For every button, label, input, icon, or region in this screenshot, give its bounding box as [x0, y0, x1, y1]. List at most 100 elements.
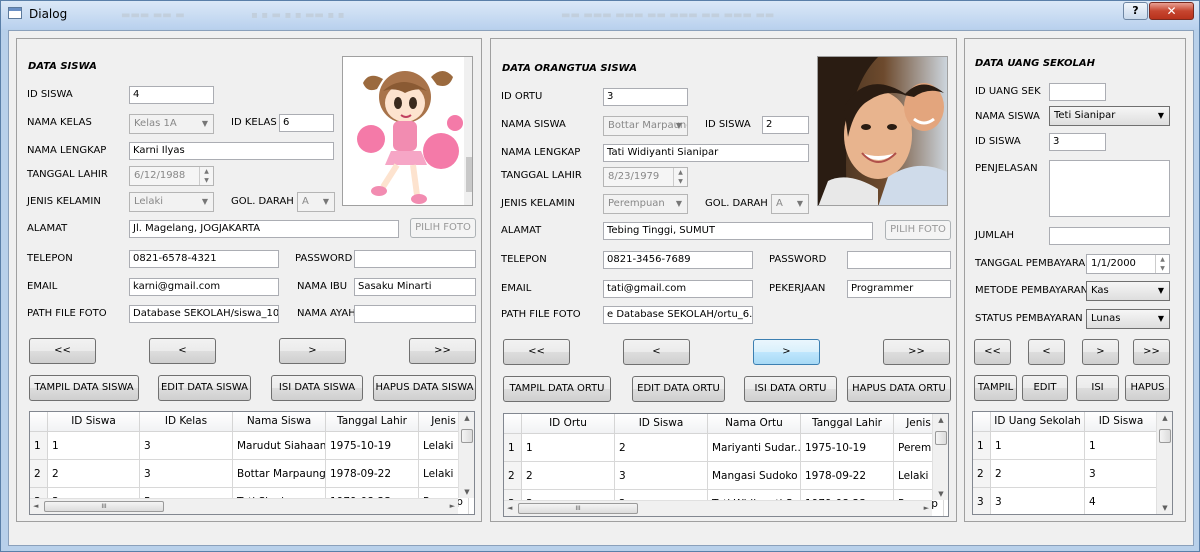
table-cell[interactable]: 4 — [1085, 488, 1158, 514]
vertical-scrollbar[interactable]: ▲ ▼ — [458, 412, 474, 498]
edit-data-siswa-button[interactable]: EDIT DATA SISWA — [158, 375, 251, 401]
scroll-thumb[interactable]: III — [44, 501, 164, 512]
table-cell[interactable]: 2 — [615, 434, 708, 462]
vertical-scrollbar[interactable]: ▲ ▼ — [932, 414, 948, 500]
column-header[interactable]: ID Siswa — [48, 412, 140, 432]
scroll-down-icon[interactable]: ▼ — [1157, 504, 1172, 512]
scroll-down-icon[interactable]: ▼ — [933, 490, 948, 498]
isi-data-siswa-button[interactable]: ISI DATA SISWA — [271, 375, 363, 401]
tampil-data-siswa-button[interactable]: TAMPIL DATA SISWA — [29, 375, 139, 401]
table-cell[interactable]: Bottar Marpaung — [233, 460, 326, 488]
horizontal-scrollbar[interactable]: ◄ III ► — [504, 500, 932, 516]
tampil-data-ortu-button[interactable]: TAMPIL DATA ORTU — [503, 376, 611, 402]
table-cell[interactable]: 1 — [522, 434, 615, 462]
pilih-foto-button[interactable]: PILIH FOTO — [410, 218, 476, 238]
gol-darah-combo[interactable]: A ▼ — [771, 194, 809, 214]
prev-record-button[interactable]: < — [149, 338, 216, 364]
table-cell[interactable]: 1 — [48, 432, 140, 460]
table-cell[interactable]: Mariyanti Sudar... — [708, 434, 801, 462]
tampil-button[interactable]: TAMPIL — [974, 375, 1017, 401]
spin-arrows-icon[interactable]: ▲ ▼ — [1155, 255, 1169, 273]
telepon-field[interactable]: 0821-3456-7689 — [603, 251, 753, 269]
last-record-button[interactable]: >> — [409, 338, 476, 364]
scroll-thumb[interactable] — [461, 429, 473, 443]
row-header[interactable]: 3 — [973, 488, 991, 514]
column-header[interactable]: ID Ortu — [522, 414, 615, 434]
column-header[interactable]: ID Siswa — [615, 414, 708, 434]
pilih-foto-button[interactable]: PILIH FOTO — [885, 220, 951, 240]
id-siswa-field[interactable]: 3 — [1049, 133, 1106, 151]
row-header[interactable]: 1 — [973, 432, 991, 460]
path-file-foto-field[interactable]: Database SEKOLAH/siswa_10.jpg — [129, 305, 279, 323]
alamat-field[interactable]: Tebing Tinggi, SUMUT — [603, 222, 873, 240]
siswa-table[interactable]: ID Siswa ID Kelas Nama Siswa Tanggal Lah… — [29, 411, 475, 515]
hapus-button[interactable]: HAPUS — [1125, 375, 1170, 401]
status-pembayaran-combo[interactable]: Lunas ▼ — [1086, 309, 1170, 329]
table-cell[interactable]: 1978-09-22 — [326, 460, 419, 488]
edit-button[interactable]: EDIT — [1022, 375, 1068, 401]
id-kelas-field[interactable]: 6 — [279, 114, 334, 132]
password-field[interactable] — [847, 251, 951, 269]
email-field[interactable]: karni@gmail.com — [129, 278, 279, 296]
uang-sekolah-table[interactable]: ID Uang Sekolah ID Siswa 1 1 1 2 2 3 3 3… — [972, 411, 1173, 515]
password-field[interactable] — [354, 250, 476, 268]
scroll-thumb[interactable] — [935, 431, 947, 445]
column-header[interactable]: ID Siswa — [1085, 412, 1158, 432]
table-cell[interactable]: 3 — [991, 488, 1085, 514]
first-record-button[interactable]: << — [503, 339, 570, 365]
horizontal-scrollbar[interactable]: ◄ III ► — [30, 498, 458, 514]
table-cell[interactable]: 1975-10-19 — [801, 434, 894, 462]
first-record-button[interactable]: << — [974, 339, 1011, 365]
nama-siswa-combo[interactable]: Bottar Marpaung ▼ — [603, 116, 688, 136]
jenis-kelamin-combo[interactable]: Lelaki ▼ — [129, 192, 214, 212]
alamat-field[interactable]: Jl. Magelang, JOGJAKARTA — [129, 220, 399, 238]
tanggal-pembayaran-spinner[interactable]: 1/1/2000 ▲ ▼ — [1086, 254, 1170, 274]
last-record-button[interactable]: >> — [1133, 339, 1170, 365]
id-siswa-field[interactable]: 2 — [762, 116, 809, 134]
column-header[interactable]: Tanggal Lahir — [801, 414, 894, 434]
ortu-table[interactable]: ID Ortu ID Siswa Nama Ortu Tanggal Lahir… — [503, 413, 949, 517]
jumlah-field[interactable] — [1049, 227, 1170, 245]
close-button[interactable]: ✕ — [1149, 2, 1194, 20]
spin-arrows-icon[interactable]: ▲ ▼ — [673, 168, 687, 186]
nama-kelas-combo[interactable]: Kelas 1A ▼ — [129, 114, 214, 134]
table-cell[interactable]: 1978-09-22 — [801, 462, 894, 490]
column-header[interactable]: Tanggal Lahir — [326, 412, 419, 432]
help-button[interactable]: ? — [1123, 2, 1148, 20]
scroll-left-icon[interactable]: ◄ — [33, 502, 38, 510]
isi-button[interactable]: ISI — [1076, 375, 1119, 401]
scroll-thumb[interactable] — [1159, 429, 1171, 443]
prev-record-button[interactable]: < — [623, 339, 690, 365]
id-uang-sekolah-field[interactable] — [1049, 83, 1106, 101]
penjelasan-textarea[interactable] — [1049, 160, 1170, 217]
jenis-kelamin-combo[interactable]: Perempuan ▼ — [603, 194, 688, 214]
table-cell[interactable]: 2 — [991, 460, 1085, 488]
next-record-button[interactable]: > — [1082, 339, 1119, 365]
telepon-field[interactable]: 0821-6578-4321 — [129, 250, 279, 268]
id-ortu-field[interactable]: 3 — [603, 88, 688, 106]
row-header[interactable]: 2 — [973, 460, 991, 488]
metode-pembayaran-combo[interactable]: Kas ▼ — [1086, 281, 1170, 301]
nama-ayah-field[interactable] — [354, 305, 476, 323]
nama-lengkap-field[interactable]: Karni Ilyas — [129, 142, 334, 160]
email-field[interactable]: tati@gmail.com — [603, 280, 753, 298]
table-cell[interactable]: 1 — [1085, 432, 1158, 460]
nama-lengkap-field[interactable]: Tati Widiyanti Sianipar — [603, 144, 809, 162]
table-cell[interactable]: 2 — [522, 462, 615, 490]
table-cell[interactable]: 2 — [48, 460, 140, 488]
pekerjaan-field[interactable]: Programmer — [847, 280, 951, 298]
scroll-left-icon[interactable]: ◄ — [507, 504, 512, 512]
table-cell[interactable]: Marudut Siahaan — [233, 432, 326, 460]
table-cell[interactable]: 3 — [140, 460, 233, 488]
row-header[interactable]: 2 — [30, 460, 48, 488]
tanggal-lahir-spinner[interactable]: 8/23/1979 ▲ ▼ — [603, 167, 688, 187]
table-cell[interactable]: 1975-10-19 — [326, 432, 419, 460]
table-cell[interactable]: 3 — [140, 432, 233, 460]
column-header[interactable]: Nama Siswa — [233, 412, 326, 432]
vertical-scrollbar[interactable]: ▲ ▼ — [1156, 412, 1172, 514]
title-bar[interactable]: Dialog ▬▬▬ ▬▬ ▬ ▪ ▪ ▬ ▪ ▪ ▬▬ ▪ ▪ ▬▬ ▬▬▬ … — [1, 1, 1199, 29]
hapus-data-siswa-button[interactable]: HAPUS DATA SISWA — [373, 375, 476, 401]
row-header[interactable]: 2 — [504, 462, 522, 490]
scroll-up-icon[interactable]: ▲ — [933, 416, 948, 424]
path-file-foto-field[interactable]: e Database SEKOLAH/ortu_6.jpg — [603, 306, 753, 324]
